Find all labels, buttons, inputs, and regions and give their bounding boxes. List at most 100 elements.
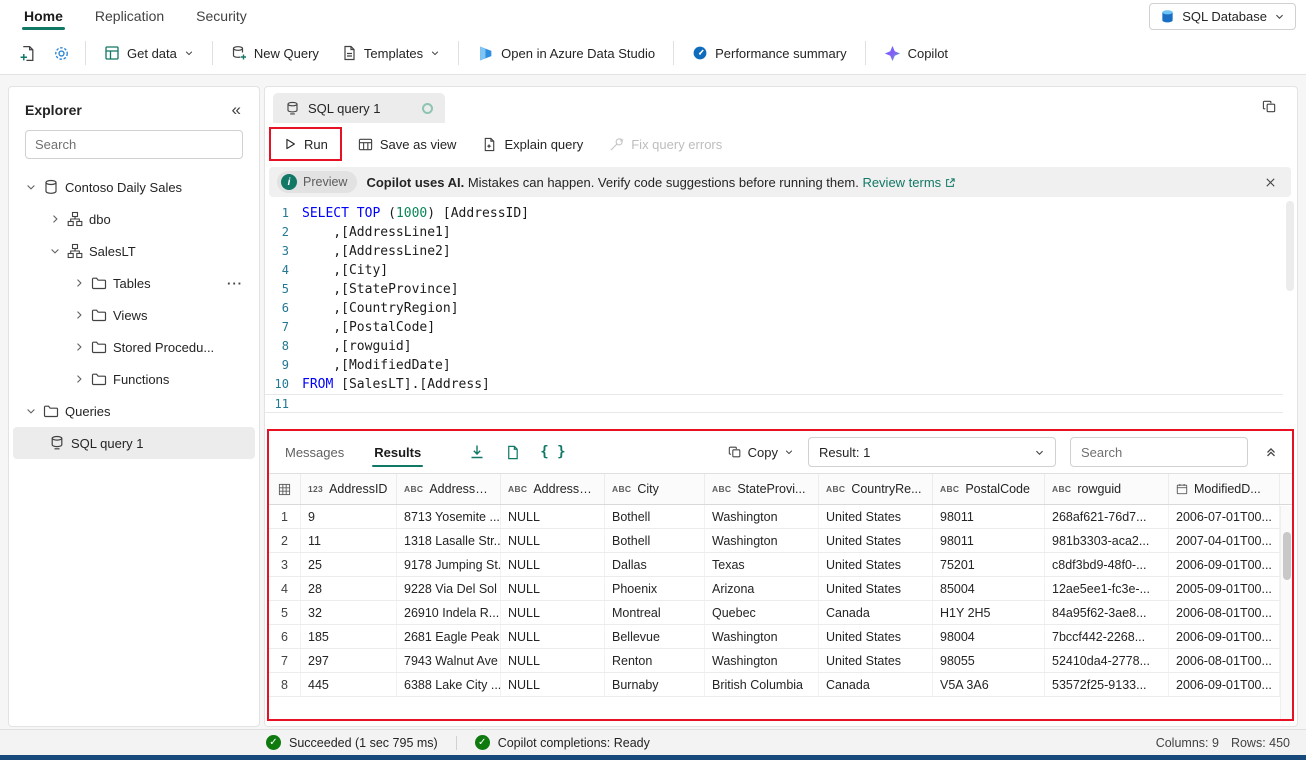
column-header-modifiedd[interactable]: ModifiedD... — [1169, 474, 1280, 504]
new-query-button[interactable]: New Query — [220, 37, 330, 69]
copy-results-button[interactable]: Copy — [728, 445, 794, 460]
close-icon[interactable] — [1258, 172, 1283, 193]
table-cell[interactable]: H1Y 2H5 — [933, 601, 1045, 624]
table-cell[interactable]: 98055 — [933, 649, 1045, 672]
column-header-rowguid[interactable]: ABCrowguid — [1045, 474, 1169, 504]
tree-item-tables[interactable]: Tables··· — [13, 267, 255, 299]
database-selector[interactable]: SQL Database — [1149, 3, 1296, 30]
table-cell[interactable]: Bothell — [605, 529, 705, 552]
performance-summary-button[interactable]: Performance summary — [681, 37, 857, 69]
code-line[interactable]: 9 ,[ModifiedDate] — [265, 356, 1283, 375]
table-cell[interactable]: 9178 Jumping St. — [397, 553, 501, 576]
tab-messages[interactable]: Messages — [281, 431, 348, 473]
table-cell[interactable]: Washington — [705, 625, 819, 648]
collapse-explorer-button[interactable]: « — [228, 99, 245, 120]
select-all-cell[interactable] — [269, 474, 301, 504]
table-cell[interactable]: 268af621-76d7... — [1045, 505, 1169, 528]
table-cell[interactable]: 2006-09-01T00... — [1169, 553, 1280, 576]
table-cell[interactable]: 98011 — [933, 505, 1045, 528]
table-cell[interactable]: United States — [819, 505, 933, 528]
table-cell[interactable]: 6388 Lake City ... — [397, 673, 501, 696]
table-cell[interactable]: NULL — [501, 577, 605, 600]
tab-results[interactable]: Results — [370, 431, 425, 473]
table-cell[interactable]: Burnaby — [605, 673, 705, 696]
view-json-icon[interactable]: { } — [540, 444, 565, 460]
expand-results-icon[interactable] — [1262, 443, 1280, 461]
row-number-cell[interactable]: 3 — [269, 553, 301, 576]
column-header-stateprovi[interactable]: ABCStateProvi... — [705, 474, 819, 504]
table-cell[interactable]: 2006-09-01T00... — [1169, 625, 1280, 648]
table-cell[interactable]: Bothell — [605, 505, 705, 528]
table-cell[interactable]: c8df3bd9-48f0-... — [1045, 553, 1169, 576]
code-line[interactable]: 3 ,[AddressLine2] — [265, 242, 1283, 261]
copy-icon[interactable] — [1258, 95, 1281, 118]
settings-button[interactable] — [44, 37, 78, 69]
results-scrollbar[interactable] — [1280, 506, 1292, 719]
fix-query-errors-button[interactable]: Fix query errors — [599, 129, 732, 159]
table-row[interactable]: 53226910 Indela R...NULLMontrealQuebecCa… — [269, 601, 1292, 625]
row-number-cell[interactable]: 1 — [269, 505, 301, 528]
row-number-cell[interactable]: 7 — [269, 649, 301, 672]
explorer-search-input[interactable] — [35, 137, 233, 152]
table-cell[interactable]: 28 — [301, 577, 397, 600]
table-cell[interactable]: 85004 — [933, 577, 1045, 600]
editor-scrollbar[interactable] — [1286, 201, 1294, 421]
table-cell[interactable]: 2681 Eagle Peak — [397, 625, 501, 648]
table-cell[interactable]: Washington — [705, 529, 819, 552]
table-cell[interactable]: NULL — [501, 505, 605, 528]
table-cell[interactable]: 9 — [301, 505, 397, 528]
table-cell[interactable]: 26910 Indela R... — [397, 601, 501, 624]
row-number-cell[interactable]: 4 — [269, 577, 301, 600]
table-cell[interactable]: 98011 — [933, 529, 1045, 552]
row-number-cell[interactable]: 8 — [269, 673, 301, 696]
table-cell[interactable]: 84a95f62-3ae8... — [1045, 601, 1169, 624]
table-cell[interactable]: 32 — [301, 601, 397, 624]
column-header-postalcode[interactable]: ABCPostalCode — [933, 474, 1045, 504]
table-cell[interactable]: V5A 3A6 — [933, 673, 1045, 696]
more-options-icon[interactable]: ··· — [221, 276, 249, 291]
table-cell[interactable]: 98004 — [933, 625, 1045, 648]
table-cell[interactable]: 52410da4-2778... — [1045, 649, 1169, 672]
get-data-button[interactable]: Get data — [93, 37, 205, 69]
code-line[interactable]: 1SELECT TOP (1000) [AddressID] — [265, 204, 1283, 223]
tree-item-views[interactable]: Views — [13, 299, 255, 331]
table-cell[interactable]: Dallas — [605, 553, 705, 576]
table-row[interactable]: 198713 Yosemite ...NULLBothellWashington… — [269, 505, 1292, 529]
copilot-button[interactable]: Copilot — [873, 37, 959, 69]
code-line[interactable]: 2 ,[AddressLine1] — [265, 223, 1283, 242]
table-cell[interactable]: 2006-09-01T00... — [1169, 673, 1280, 696]
table-cell[interactable]: Washington — [705, 505, 819, 528]
column-header-city[interactable]: ABCCity — [605, 474, 705, 504]
table-row[interactable]: 72977943 Walnut AveNULLRentonWashingtonU… — [269, 649, 1292, 673]
table-cell[interactable]: 2006-08-01T00... — [1169, 601, 1280, 624]
result-selector[interactable]: Result: 1 — [808, 437, 1056, 467]
table-cell[interactable]: Renton — [605, 649, 705, 672]
code-line[interactable]: 7 ,[PostalCode] — [265, 318, 1283, 337]
table-cell[interactable]: United States — [819, 577, 933, 600]
table-cell[interactable]: NULL — [501, 529, 605, 552]
table-cell[interactable]: United States — [819, 625, 933, 648]
table-cell[interactable]: Washington — [705, 649, 819, 672]
table-cell[interactable]: United States — [819, 529, 933, 552]
table-cell[interactable]: NULL — [501, 625, 605, 648]
tree-item-dbo[interactable]: dbo — [13, 203, 255, 235]
code-line[interactable]: 4 ,[City] — [265, 261, 1283, 280]
tree-item-contoso-daily-sales[interactable]: Contoso Daily Sales — [13, 171, 255, 203]
nav-tab-security[interactable]: Security — [180, 0, 263, 32]
tree-item-sql-query-1[interactable]: SQL query 1 — [13, 427, 255, 459]
code-line[interactable]: 5 ,[StateProvince] — [265, 280, 1283, 299]
column-header-countryre[interactable]: ABCCountryRe... — [819, 474, 933, 504]
table-cell[interactable]: 445 — [301, 673, 397, 696]
table-cell[interactable]: United States — [819, 649, 933, 672]
table-cell[interactable]: 8713 Yosemite ... — [397, 505, 501, 528]
code-line[interactable]: 10FROM [SalesLT].[Address] — [265, 375, 1283, 394]
code-line[interactable]: 6 ,[CountryRegion] — [265, 299, 1283, 318]
table-cell[interactable]: United States — [819, 553, 933, 576]
table-cell[interactable]: NULL — [501, 553, 605, 576]
review-terms-link[interactable]: Review terms — [862, 175, 941, 190]
table-cell[interactable]: 53572f25-9133... — [1045, 673, 1169, 696]
tree-item-saleslt[interactable]: SalesLT — [13, 235, 255, 267]
table-cell[interactable]: 2006-08-01T00... — [1169, 649, 1280, 672]
code-line[interactable]: 11 — [265, 394, 1283, 413]
table-cell[interactable]: Arizona — [705, 577, 819, 600]
